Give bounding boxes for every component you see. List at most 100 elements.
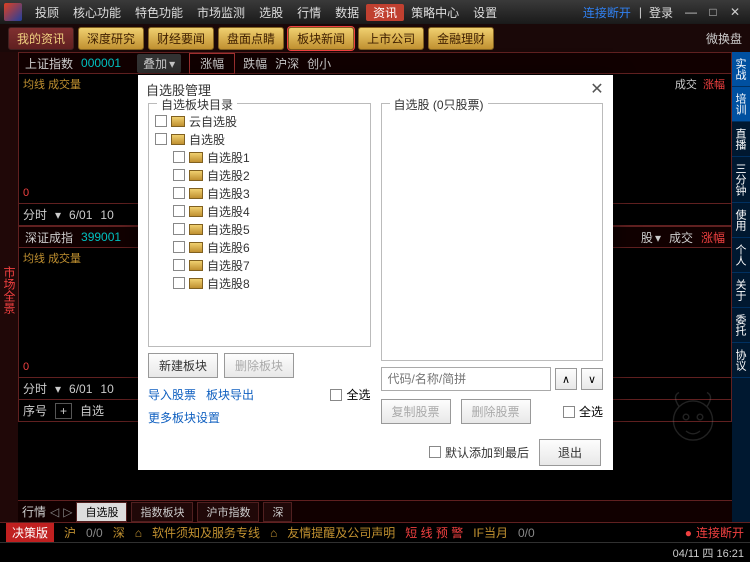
col-zhangfu[interactable]: 涨幅	[703, 79, 725, 91]
menu-8[interactable]: 策略中心	[404, 4, 466, 21]
export-link[interactable]: 板块导出	[206, 386, 254, 403]
add-button[interactable]: +	[55, 403, 72, 419]
menu-7[interactable]: 资讯	[366, 4, 404, 21]
node-label: 云自选股	[189, 113, 237, 130]
tree-node[interactable]: 自选股1	[155, 148, 364, 166]
tree-node[interactable]: 自选股	[155, 130, 364, 148]
chevron-down-icon[interactable]: ▾	[55, 208, 61, 222]
tab-shen[interactable]: 深	[263, 502, 292, 522]
menu-6[interactable]: 数据	[328, 4, 366, 21]
minimize-button[interactable]: ―	[680, 5, 702, 19]
exit-button[interactable]: 退出	[539, 439, 601, 466]
right-item-2[interactable]: 直播	[732, 122, 750, 157]
close-icon[interactable]: ✕	[589, 81, 605, 97]
col-chengjiao[interactable]: 成交	[675, 79, 697, 91]
menu-3[interactable]: 市场监测	[190, 4, 252, 21]
right-item-1[interactable]: 培训	[732, 87, 750, 122]
info-tab-3[interactable]: 盘面点睛	[218, 27, 284, 50]
menu-9[interactable]: 设置	[466, 4, 504, 21]
info-tab-4[interactable]: 板块新闻	[288, 27, 354, 50]
node-checkbox[interactable]	[155, 133, 167, 145]
tab-hushizs[interactable]: 沪市指数	[197, 502, 259, 522]
select-all-label: 全选	[346, 386, 370, 403]
tree-node[interactable]: 自选股5	[155, 220, 364, 238]
mini-swap[interactable]: 微换盘	[706, 30, 742, 47]
copy-stock-button[interactable]: 复制股票	[381, 399, 451, 424]
home-icon[interactable]: ⌂	[270, 526, 277, 540]
info-tab-6[interactable]: 金融理财	[428, 27, 494, 50]
maximize-button[interactable]: □	[702, 5, 724, 19]
warn-label: 短 线 预 警	[405, 524, 463, 541]
self-select[interactable]: 自选	[80, 402, 104, 419]
prev-icon[interactable]: ◁	[50, 505, 59, 519]
menu-0[interactable]: 投顾	[28, 4, 66, 21]
append-last-checkbox[interactable]	[429, 446, 441, 458]
tab-zixuangu[interactable]: 自选股	[76, 502, 127, 522]
tab-zhishubk[interactable]: 指数板块	[131, 502, 193, 522]
new-block-button[interactable]: 新建板块	[148, 353, 218, 378]
right-item-0[interactable]: 实战	[732, 52, 750, 87]
hu-label: 沪	[64, 524, 76, 541]
node-checkbox[interactable]	[155, 115, 167, 127]
right-item-4[interactable]: 使用	[732, 203, 750, 238]
node-checkbox[interactable]	[173, 205, 185, 217]
more-settings-link[interactable]: 更多板块设置	[148, 411, 220, 425]
conn-indicator[interactable]: ● 连接断开	[685, 524, 744, 541]
node-checkbox[interactable]	[173, 241, 185, 253]
node-checkbox[interactable]	[173, 277, 185, 289]
dropdown-icon[interactable]: 股	[641, 229, 661, 246]
info-tab-0[interactable]: 我的资讯	[8, 27, 74, 50]
node-checkbox[interactable]	[173, 259, 185, 271]
tab-hushen[interactable]: 沪深	[275, 55, 299, 72]
node-checkbox[interactable]	[173, 151, 185, 163]
tree-node[interactable]: 云自选股	[155, 112, 364, 130]
info-tab-1[interactable]: 深度研究	[78, 27, 144, 50]
right-item-8[interactable]: 协议	[732, 343, 750, 378]
login-link[interactable]: 登录	[642, 4, 680, 21]
left-strip[interactable]: 市场全景	[0, 52, 18, 522]
tree-node[interactable]: 自选股3	[155, 184, 364, 202]
tab-diefu[interactable]: 跌幅	[243, 55, 267, 72]
right-item-6[interactable]: 关于	[732, 273, 750, 308]
add-overlay[interactable]: 叠加	[137, 54, 181, 73]
right-item-3[interactable]: 三分钟	[732, 157, 750, 203]
tab-zhangfu[interactable]: 涨幅	[189, 53, 235, 74]
tree-node[interactable]: 自选股6	[155, 238, 364, 256]
node-checkbox[interactable]	[173, 169, 185, 181]
move-down-button[interactable]: ∨	[581, 368, 603, 390]
tree-node[interactable]: 自选股8	[155, 274, 364, 292]
move-up-button[interactable]: ∧	[555, 368, 577, 390]
chevron-down-icon[interactable]: ▾	[55, 382, 61, 396]
next-icon[interactable]: ▷	[63, 505, 72, 519]
tree-node[interactable]: 自选股7	[155, 256, 364, 274]
col-chengjiao2[interactable]: 成交	[669, 229, 693, 246]
fenshi-tab2[interactable]: 分时	[23, 380, 47, 397]
menu-5[interactable]: 行情	[290, 4, 328, 21]
right-item-5[interactable]: 个人	[732, 238, 750, 273]
menu-2[interactable]: 特色功能	[128, 4, 190, 21]
tab-chuangxiao[interactable]: 创小	[307, 55, 331, 72]
node-checkbox[interactable]	[173, 223, 185, 235]
tree-node[interactable]: 自选股4	[155, 202, 364, 220]
menu-4[interactable]: 选股	[252, 4, 290, 21]
info-tab-5[interactable]: 上市公司	[358, 27, 424, 50]
home-icon[interactable]: ⌂	[135, 526, 142, 540]
tree-node[interactable]: 自选股2	[155, 166, 364, 184]
right-item-7[interactable]: 委托	[732, 308, 750, 343]
select-all-checkbox[interactable]	[330, 389, 342, 401]
remind-link[interactable]: 友情提醒及公司声明	[287, 524, 395, 541]
notice-link[interactable]: 软件须知及服务专线	[152, 524, 260, 541]
import-link[interactable]: 导入股票	[148, 386, 196, 403]
fenshi-tab[interactable]: 分时	[23, 206, 47, 223]
shen-label: 深	[113, 524, 125, 541]
menu-1[interactable]: 核心功能	[66, 4, 128, 21]
delete-stock-button[interactable]: 删除股票	[461, 399, 531, 424]
col-zhangfu2[interactable]: 涨幅	[701, 229, 725, 246]
info-tab-2[interactable]: 财经要闻	[148, 27, 214, 50]
node-checkbox[interactable]	[173, 187, 185, 199]
delete-block-button[interactable]: 删除板块	[224, 353, 294, 378]
hangqing-label[interactable]: 行情	[22, 503, 46, 520]
close-button[interactable]: ✕	[724, 5, 746, 19]
select-all-checkbox-r[interactable]	[563, 406, 575, 418]
search-input[interactable]	[381, 367, 552, 391]
